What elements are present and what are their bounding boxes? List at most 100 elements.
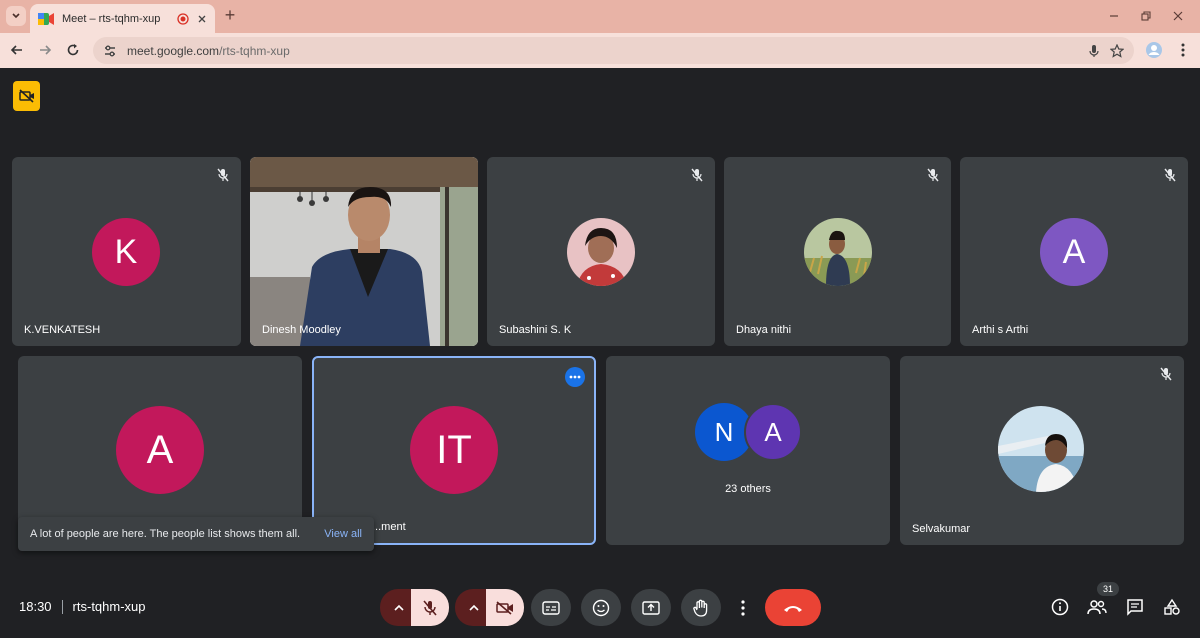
profile-photo [567,218,635,286]
avatar: IT [410,406,498,494]
toast-message: A lot of people are here. The people lis… [30,528,301,540]
hand-icon [693,599,708,617]
forward-button[interactable] [35,40,55,60]
others-count-label: 23 others [725,483,771,495]
present-screen-button[interactable] [631,589,671,626]
meet-logo-icon [38,12,54,25]
participant-tile[interactable]: Selvakumar [900,356,1184,545]
others-tile[interactable]: N A 23 others [606,356,890,545]
participant-video-tile[interactable]: Dinesh Moodley [250,157,478,346]
captions-button[interactable] [531,589,571,626]
browser-tab-meet[interactable]: Meet – rts-tqhm-xup [30,4,215,33]
back-button[interactable] [7,40,27,60]
more-vert-icon [741,599,745,616]
muted-mic-icon [925,167,941,183]
profile-photo [804,218,872,286]
reload-icon [67,44,79,56]
people-notification-toast: A lot of people are here. The people lis… [18,517,374,551]
close-tab-icon[interactable] [197,14,207,24]
muted-mic-icon [689,167,705,183]
participant-name: K.VENKATESH [24,324,101,336]
chat-button[interactable] [1124,596,1146,618]
participant-tile[interactable]: A Arthi s Arthi [960,157,1188,346]
browser-tab-bar: Meet – rts-tqhm-xup + [0,0,1200,33]
chevron-up-icon [469,604,479,611]
participant-tile[interactable]: Subashini S. K [487,157,715,346]
participant-tile[interactable]: K K.VENKATESH [12,157,241,346]
microphone-icon[interactable] [1088,44,1100,58]
tab-search-button[interactable] [6,6,26,26]
meet-stage: K K.VENKATESH Dinesh Moodley Subashini S… [0,68,1200,638]
close-icon [1173,11,1183,21]
camera-off-indicator [13,81,40,111]
raise-hand-button[interactable] [681,589,721,626]
close-window-button[interactable] [1168,6,1188,26]
meeting-info: 18:30 rts-tqhm-xup [19,599,146,614]
reload-button[interactable] [63,40,83,60]
participant-name: Selvakumar [912,523,971,535]
participant-name: ...ment [372,521,406,533]
camera-toggle-button[interactable] [486,589,524,626]
participant-name: Arthi s Arthi [972,324,1029,336]
view-all-link[interactable]: View all [324,528,362,540]
divider [61,599,63,614]
people-icon [1087,600,1107,615]
bookmark-star-icon[interactable] [1110,43,1124,58]
activities-button[interactable] [1161,596,1183,618]
activities-icon [1164,598,1180,615]
meeting-code: rts-tqhm-xup [72,599,146,614]
address-bar[interactable]: meet.google.com/rts-tqhm-xup [93,37,1134,64]
call-end-icon [784,605,802,612]
browser-menu-button[interactable] [1173,40,1193,60]
mic-off-icon [423,599,437,616]
muted-mic-icon [1158,366,1174,382]
url-path: /rts-tqhm-xup [219,43,290,58]
restore-button[interactable] [1136,6,1156,26]
info-icon [1051,598,1069,616]
chevron-down-icon [12,13,20,19]
chevron-up-icon [394,604,404,611]
leave-call-button[interactable] [765,589,821,626]
muted-mic-icon [1162,167,1178,183]
participant-count-badge: 31 [1097,582,1119,596]
tab-title: Meet – rts-tqhm-xup [62,12,161,25]
more-horiz-icon [569,375,581,379]
present-to-all-icon [642,600,660,615]
participant-name: Dinesh Moodley [262,324,341,336]
url-host: meet.google.com [127,43,220,58]
new-tab-button[interactable]: + [221,6,239,25]
videocam-off-icon [496,600,513,615]
people-button[interactable] [1086,596,1108,618]
minimize-icon [1110,15,1118,17]
closed-captions-icon [542,600,560,615]
participant-video [250,157,478,346]
avatar: A [116,406,204,494]
avatar: A [1040,218,1108,286]
site-settings-icon[interactable] [103,44,117,58]
chat-icon [1127,599,1143,616]
participant-name: Dhaya nithi [736,324,792,336]
more-options-button[interactable] [565,367,585,387]
meeting-time: 18:30 [19,599,52,614]
avatar: K [92,218,160,286]
arrow-right-icon [40,45,52,55]
meeting-details-button[interactable] [1049,596,1071,618]
profile-button[interactable] [1144,40,1164,60]
camera-off-icon [18,89,34,103]
restore-icon [1141,11,1151,21]
microphone-toggle-button[interactable] [411,589,449,626]
minimize-button[interactable] [1104,6,1124,26]
profile-photo [998,406,1084,492]
profile-avatar-icon [1146,42,1162,58]
reactions-button[interactable] [581,589,621,626]
avatar: A [744,403,802,461]
url-text: meet.google.com/rts-tqhm-xup [127,44,1078,58]
more-vert-icon [1181,43,1185,57]
browser-toolbar: meet.google.com/rts-tqhm-xup [0,33,1200,68]
recording-icon [177,12,189,25]
participant-tile[interactable]: Dhaya nithi [724,157,951,346]
more-options-button[interactable] [731,589,755,626]
arrow-left-icon [10,45,22,55]
emoji-icon [592,599,610,616]
muted-mic-icon [215,167,231,183]
